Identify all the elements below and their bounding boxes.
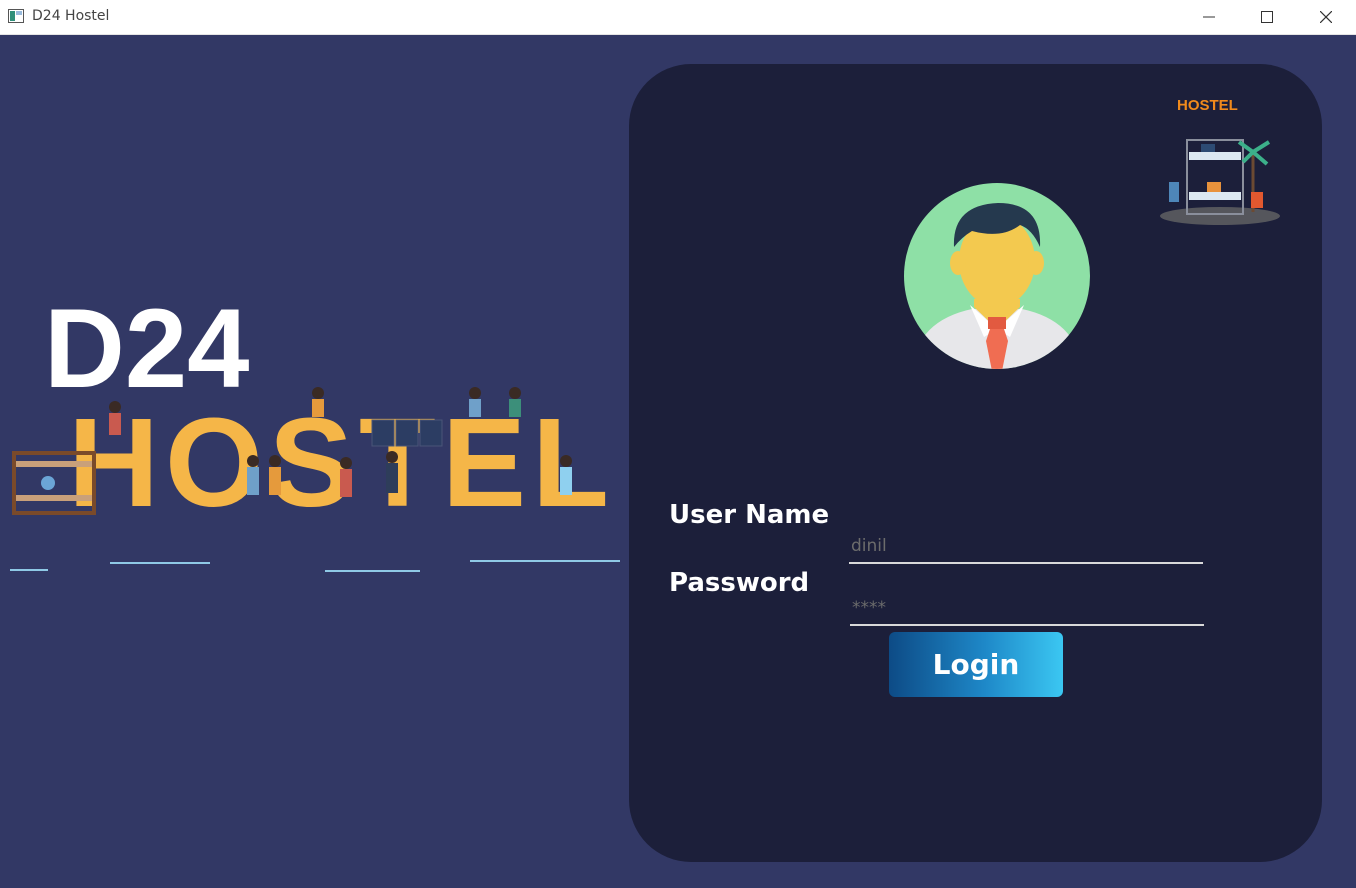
minimize-button[interactable] [1180,0,1238,34]
maximize-button[interactable] [1238,0,1296,34]
hostel-hero-illustration: D24 HOSTEL [10,286,620,572]
hostel-thumbnail-image: HOSTEL [1160,97,1280,225]
close-icon [1320,11,1332,23]
password-label: Password [669,568,810,598]
main-window: D24 HOSTEL User Name dinil Password ****… [0,35,1356,888]
user-avatar [904,183,1090,369]
password-input[interactable] [850,592,1204,626]
window-title: D24 Hostel [32,8,110,24]
username-label: User Name [669,500,830,530]
thumbnail-hostel-text: HOSTEL [1177,97,1238,114]
login-card: HOSTEL User Name dinil Password **** Log… [629,64,1322,862]
ground-lines [10,560,620,572]
title-bar: D24 Hostel [0,0,1356,35]
app-icon [8,9,24,23]
maximize-icon [1261,11,1273,23]
username-input[interactable] [849,530,1203,564]
login-button[interactable]: Login [889,632,1063,697]
minimize-icon [1203,16,1215,18]
window-frames-icon [371,419,443,447]
close-button[interactable] [1297,0,1355,34]
